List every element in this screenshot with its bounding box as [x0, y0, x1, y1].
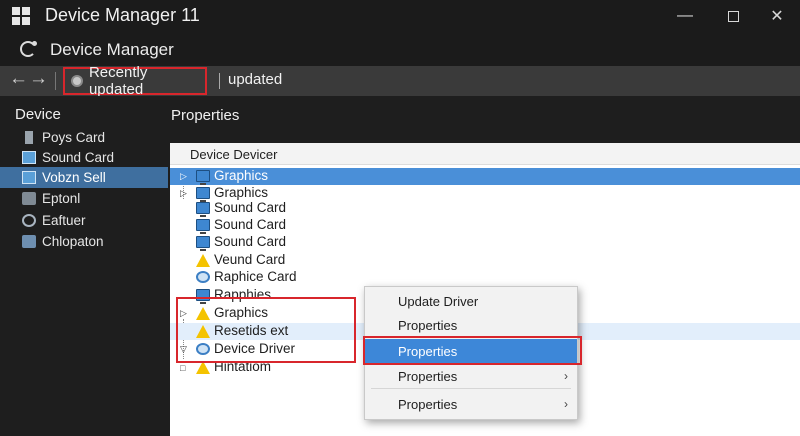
tree-row[interactable]: Sound Card: [170, 234, 800, 251]
network-icon: [22, 235, 36, 248]
forward-arrow-icon[interactable]: →: [29, 68, 48, 90]
update-icon: [71, 75, 83, 87]
menu-item-label: Properties: [398, 317, 458, 333]
tree-row-label: Sound Card: [214, 234, 287, 249]
highlight-box: [176, 297, 356, 363]
page-title: Properties: [171, 107, 240, 124]
monitor-icon: [22, 171, 36, 184]
warning-icon: [196, 254, 210, 267]
tab-recently-updated-label: Recently updated: [88, 64, 148, 98]
expand-icon[interactable]: ▷: [180, 171, 187, 182]
menu-item-properties-submenu[interactable]: Properties ›: [365, 392, 577, 416]
tree-row-label: Sound Card: [214, 200, 287, 215]
tab-updated[interactable]: updated: [228, 71, 282, 88]
app-header: Device Manager: [0, 32, 800, 66]
monitor-icon: [196, 202, 210, 217]
tree-row-label: Graphics: [214, 185, 269, 200]
monitor-icon: [22, 151, 36, 164]
tab-recently-updated[interactable]: Recently updated: [63, 64, 207, 98]
toolbar-divider: [55, 72, 56, 90]
sidebar-item-label: Sound Card: [42, 150, 115, 165]
maximize-button[interactable]: [710, 0, 756, 32]
minimize-button[interactable]: —: [662, 0, 708, 32]
column-header[interactable]: Device Devicer: [170, 143, 800, 165]
tree-row-label: Raphice Card: [214, 269, 297, 284]
sidebar-item-label: Eaftuer: [42, 213, 86, 228]
tree-row[interactable]: Sound Card: [170, 217, 800, 234]
sidebar-heading: Device: [15, 106, 61, 123]
sidebar-item-label: Eptonl: [42, 191, 81, 206]
sidebar-item-label: Chlopaton: [42, 234, 104, 249]
sidebar-item-selected[interactable]: Vobzn Sell: [0, 167, 168, 188]
sidebar-item[interactable]: Eptonl: [0, 188, 168, 209]
monitor-icon: [196, 170, 210, 185]
tree-row[interactable]: Veund Card: [170, 252, 800, 269]
tree-row[interactable]: Raphice Card: [170, 269, 800, 286]
sidebar: Device Poys Card Sound Card Vobzn Sell E…: [0, 96, 168, 436]
app-header-title: Device Manager: [50, 40, 174, 59]
checkbox-icon[interactable]: □: [180, 363, 185, 373]
chevron-right-icon: ›: [564, 397, 568, 411]
monitor-icon: [196, 219, 210, 234]
menu-item-label: Update Driver: [398, 293, 479, 309]
menu-item-properties-submenu[interactable]: Properties ›: [365, 364, 577, 388]
expand-icon[interactable]: ▷: [180, 188, 187, 199]
refresh-icon: [20, 41, 37, 57]
sidebar-item-label: Poys Card: [42, 130, 106, 145]
tree-row[interactable]: Sound Card: [170, 200, 800, 217]
menu-item-label: Properties: [398, 368, 458, 384]
sidebar-item[interactable]: Chlopaton: [0, 231, 168, 252]
menu-item-properties[interactable]: Properties: [365, 313, 577, 337]
sidebar-item[interactable]: Eaftuer: [0, 210, 168, 231]
gear-icon: [22, 214, 36, 227]
close-button[interactable]: ✕: [754, 0, 800, 32]
monitor-icon: [196, 236, 210, 251]
sidebar-item-label: Vobzn Sell: [42, 170, 106, 185]
monitor-icon: [196, 187, 210, 202]
window-title: Device Manager 11: [45, 5, 200, 25]
tree-row-label: Graphics: [214, 168, 269, 183]
tree-row-label: Sound Card: [214, 217, 287, 232]
tree-row-label: Veund Card: [214, 252, 286, 267]
highlight-box: [363, 336, 582, 365]
maximize-icon: [727, 10, 739, 22]
toolbar: ← → Recently updated updated: [0, 64, 800, 98]
title-bar: Device Manager 11 — ✕: [0, 0, 800, 32]
chevron-right-icon: ›: [564, 369, 568, 383]
sidebar-item[interactable]: Poys Card: [0, 127, 168, 148]
windows-logo-icon: [12, 7, 30, 25]
column-header-label: Device Devicer: [190, 147, 278, 162]
gear-icon: [196, 271, 210, 283]
tab-divider: [219, 73, 220, 89]
plug-icon: [22, 192, 36, 205]
menu-item-update-driver[interactable]: Update Driver: [365, 289, 577, 313]
card-icon: [25, 131, 33, 144]
back-arrow-icon[interactable]: ←: [9, 68, 28, 90]
menu-item-label: Properties: [398, 396, 458, 412]
menu-separator: [371, 388, 571, 389]
sidebar-item[interactable]: Sound Card: [0, 147, 168, 168]
tree-row-selected[interactable]: ▷ Graphics: [170, 168, 800, 185]
